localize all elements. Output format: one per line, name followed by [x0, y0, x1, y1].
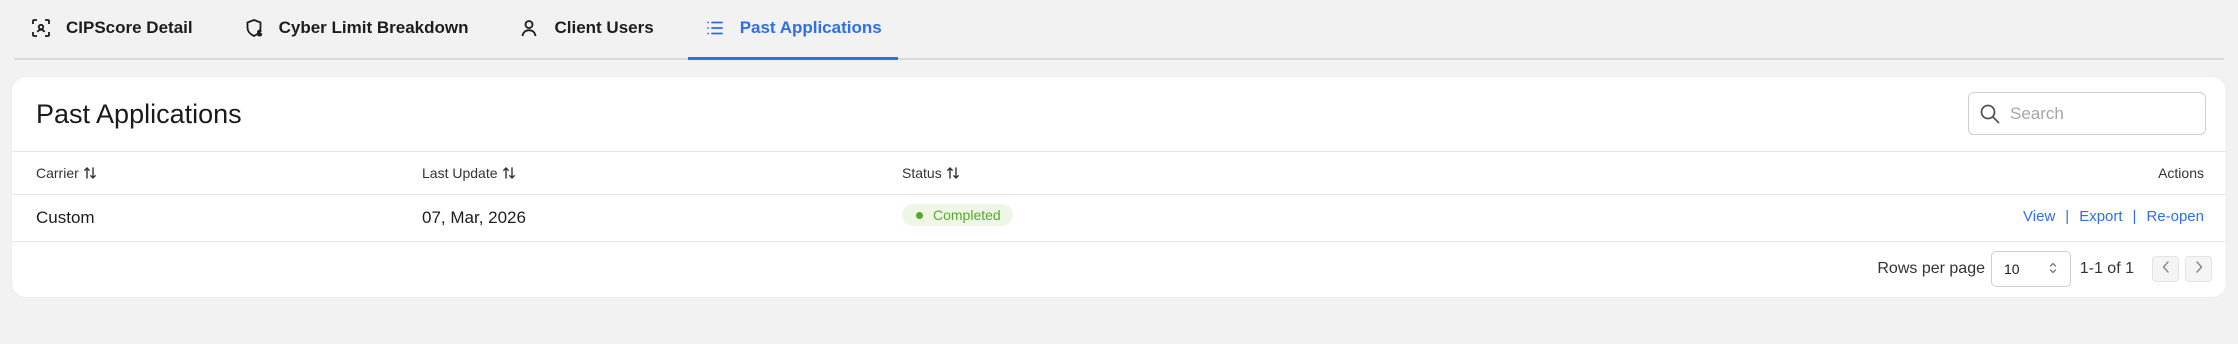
past-applications-card: Past Applications Carrier Last Update St…: [12, 77, 2226, 297]
page-title: Past Applications: [36, 99, 242, 129]
status-badge-label: Completed: [933, 207, 1001, 223]
column-header-label: Carrier: [36, 165, 79, 181]
view-link[interactable]: View: [2023, 208, 2055, 225]
export-link[interactable]: Export: [2079, 208, 2122, 225]
column-header-actions: Actions: [2158, 165, 2204, 181]
divider: [12, 151, 2226, 152]
tab-bar: CIPScore Detail Cyber Limit Breakdown Cl…: [14, 0, 2224, 60]
tab-label: CIPScore Detail: [66, 18, 193, 37]
previous-page-button[interactable]: [2152, 256, 2179, 282]
separator: |: [2132, 208, 2137, 225]
tab-label: Past Applications: [739, 18, 882, 37]
tab-cipscore-detail[interactable]: CIPScore Detail: [14, 0, 209, 58]
column-header-carrier[interactable]: Carrier: [36, 165, 97, 181]
status-badge: Completed: [902, 204, 1013, 226]
search-input[interactable]: [2010, 103, 2200, 124]
scan-score-icon: [30, 17, 52, 39]
next-page-button[interactable]: [2185, 256, 2212, 282]
tab-label: Client Users: [554, 18, 654, 37]
column-header-label: Status: [902, 165, 942, 181]
search-box[interactable]: [1968, 92, 2206, 135]
tab-cyber-limit-breakdown[interactable]: Cyber Limit Breakdown: [227, 0, 485, 58]
tab-past-applications[interactable]: Past Applications: [687, 0, 898, 60]
tab-label: Cyber Limit Breakdown: [278, 18, 469, 37]
column-header-last-update[interactable]: Last Update: [422, 165, 516, 181]
chevron-right-icon: [2194, 260, 2204, 279]
divider: [12, 194, 2226, 195]
sort-icon[interactable]: [502, 166, 516, 180]
user-icon: [518, 17, 540, 39]
cell-carrier: Custom: [36, 208, 95, 227]
row-actions: View | Export | Re-open: [2023, 208, 2204, 225]
status-dot-icon: [916, 211, 923, 219]
column-header-label: Actions: [2158, 165, 2204, 181]
chevron-up-down-icon: [2048, 261, 2058, 278]
separator: |: [2065, 208, 2070, 225]
cell-last-update: 07, Mar, 2026: [422, 208, 526, 227]
search-icon: [1979, 103, 2001, 125]
column-header-status[interactable]: Status: [902, 165, 960, 181]
rows-per-page-label: Rows per page: [1877, 260, 1985, 277]
list-icon: [704, 17, 726, 39]
column-header-label: Last Update: [422, 165, 498, 181]
reopen-link[interactable]: Re-open: [2146, 208, 2204, 225]
rows-per-page-value: 10: [2004, 261, 2020, 277]
shield-dollar-icon: [243, 17, 265, 39]
tab-client-users[interactable]: Client Users: [502, 0, 669, 58]
chevron-left-icon: [2161, 260, 2171, 279]
sort-icon[interactable]: [946, 166, 960, 180]
sort-icon[interactable]: [83, 166, 97, 180]
page-range: 1-1 of 1: [2079, 260, 2134, 277]
divider: [12, 241, 2226, 242]
rows-per-page-select[interactable]: 10: [1991, 251, 2071, 287]
